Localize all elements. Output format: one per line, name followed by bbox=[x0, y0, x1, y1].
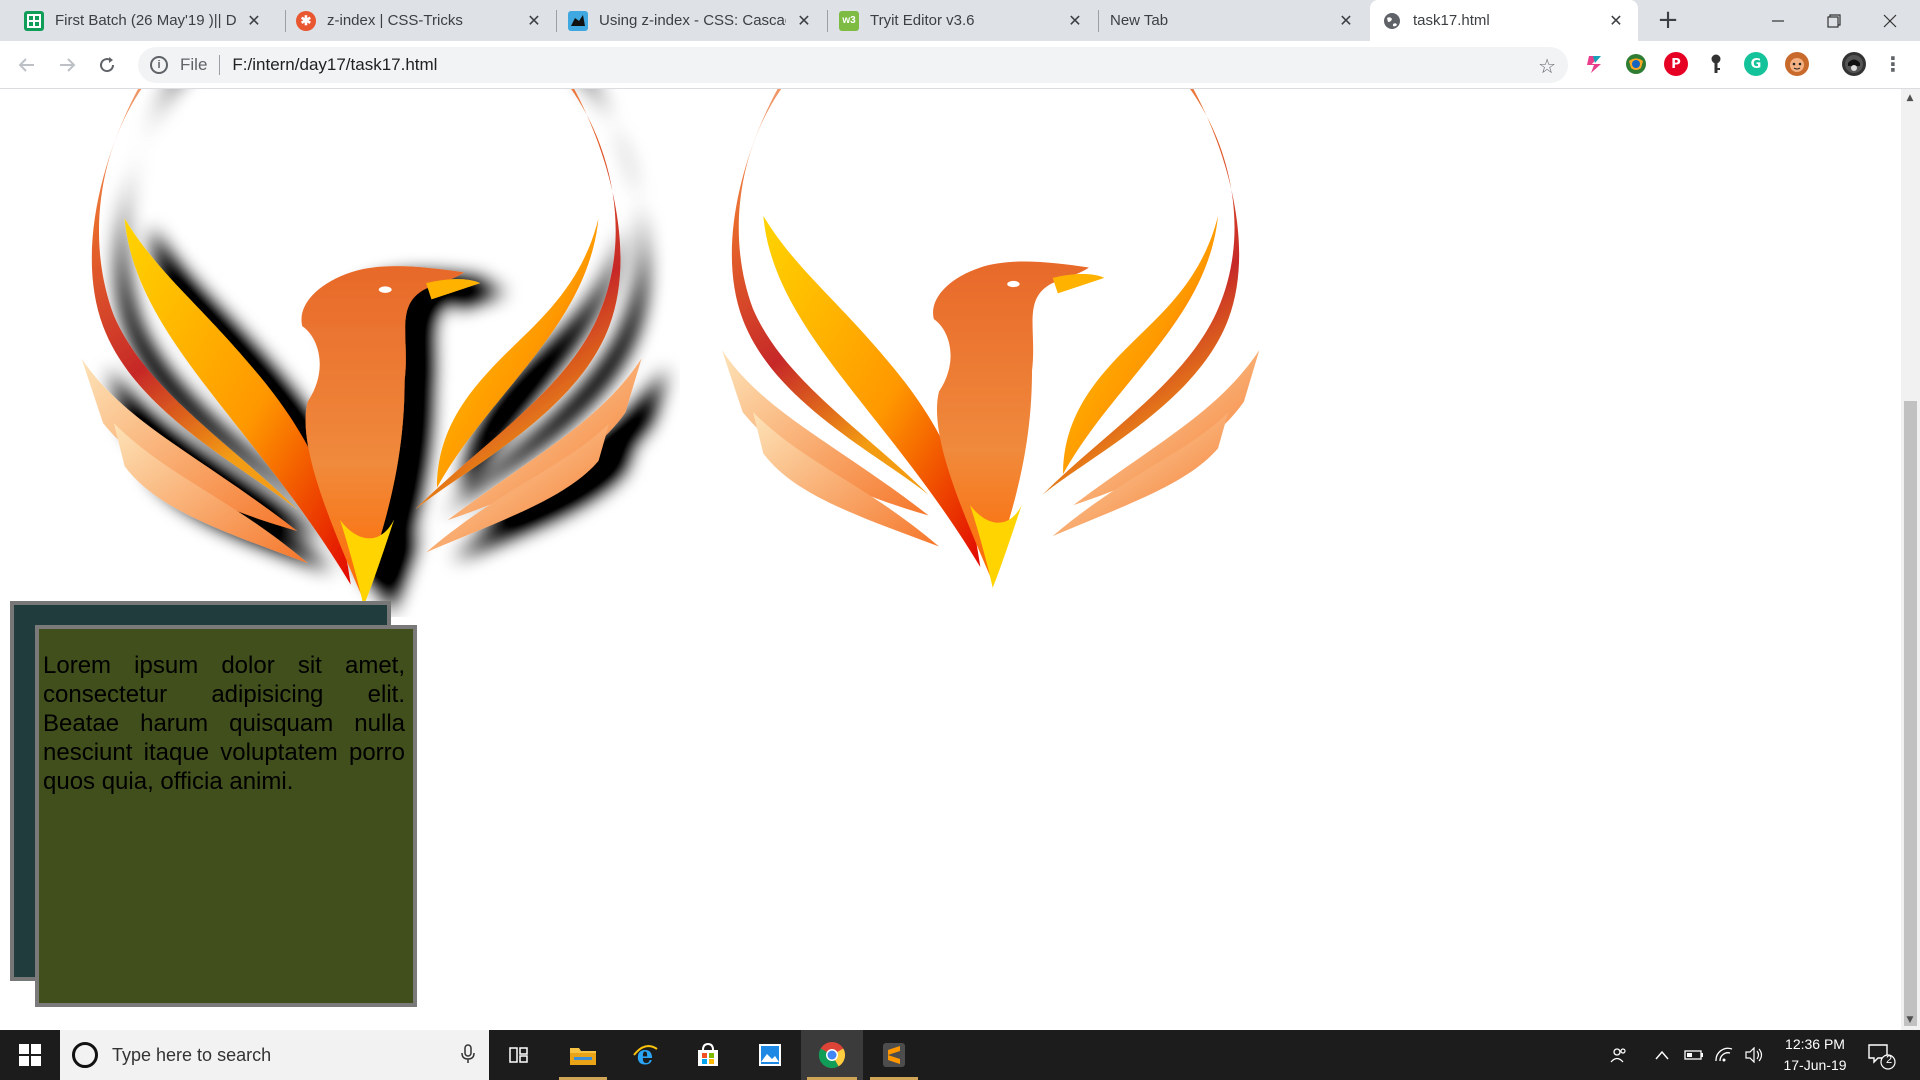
file-explorer-icon[interactable] bbox=[553, 1030, 613, 1080]
close-icon[interactable]: ✕ bbox=[1606, 11, 1626, 31]
close-icon[interactable]: ✕ bbox=[524, 11, 544, 31]
tab-strip: First Batch (26 May'19 )|| Day ✕ ✱ z-ind… bbox=[0, 0, 1920, 41]
globe-icon bbox=[1382, 11, 1402, 31]
tab-css-tricks[interactable]: ✱ z-index | CSS-Tricks ✕ bbox=[286, 0, 554, 41]
tab-title: task17.html bbox=[1413, 12, 1490, 29]
internet-explorer-icon[interactable]: e bbox=[615, 1030, 675, 1080]
tab-separator bbox=[556, 10, 557, 32]
front-box: Lorem ipsum dolor sit amet, consectetur … bbox=[35, 625, 417, 1007]
svg-text:e: e bbox=[637, 1041, 654, 1069]
tab-tryit-editor[interactable]: w3 Tryit Editor v3.6 ✕ bbox=[829, 0, 1095, 41]
vpn-globe-icon[interactable] bbox=[1624, 52, 1648, 76]
photos-icon[interactable] bbox=[740, 1030, 800, 1080]
page-viewport: Lorem ipsum dolor sit amet, consectetur … bbox=[0, 89, 1901, 1030]
css-tricks-icon: ✱ bbox=[296, 10, 316, 31]
windows-logo-icon bbox=[19, 1044, 41, 1066]
close-icon[interactable]: ✕ bbox=[244, 11, 264, 31]
tab-new-tab[interactable]: New Tab ✕ bbox=[1100, 0, 1366, 41]
menu-dots-icon[interactable]: ⋮ bbox=[1881, 52, 1905, 76]
lorem-paragraph: Lorem ipsum dolor sit amet, consectetur … bbox=[43, 652, 405, 795]
restore-button[interactable] bbox=[1806, 0, 1862, 41]
tab-title: Using z-index - CSS: Cascadi bbox=[599, 12, 786, 29]
scroll-up-arrow-icon[interactable]: ▲ bbox=[1905, 93, 1915, 103]
tab-separator bbox=[1098, 10, 1099, 32]
phoenix-logo bbox=[722, 89, 1260, 588]
bookmark-star-icon[interactable]: ☆ bbox=[1538, 54, 1556, 79]
volume-icon[interactable] bbox=[1740, 1030, 1768, 1080]
search-placeholder: Type here to search bbox=[112, 1044, 272, 1065]
sheets-icon bbox=[24, 10, 44, 31]
close-icon[interactable]: ✕ bbox=[1336, 11, 1356, 31]
grammarly-icon[interactable]: G bbox=[1744, 52, 1768, 76]
scroll-thumb[interactable] bbox=[1904, 401, 1917, 1026]
pinterest-icon[interactable]: P bbox=[1664, 52, 1688, 76]
tab-separator bbox=[827, 10, 828, 32]
monkey-icon[interactable] bbox=[1785, 52, 1809, 76]
scroll-down-arrow-icon[interactable]: ▼ bbox=[1905, 1015, 1915, 1025]
windows-taskbar: Type here to search e 12:36 PM 17-Jun-19… bbox=[0, 1030, 1920, 1080]
tab-title: Tryit Editor v3.6 bbox=[870, 12, 975, 29]
clock-date: 17-Jun-19 bbox=[1783, 1057, 1847, 1073]
profile-icon[interactable] bbox=[1842, 52, 1866, 76]
taskbar-search-box[interactable]: Type here to search bbox=[60, 1030, 489, 1080]
wifi-icon[interactable] bbox=[1710, 1030, 1738, 1080]
info-icon[interactable]: i bbox=[150, 56, 168, 74]
reload-button[interactable] bbox=[93, 51, 121, 79]
vertical-scrollbar[interactable]: ▲ ▼ bbox=[1901, 89, 1920, 1030]
taskbar-clock[interactable]: 12:36 PM 17-Jun-19 bbox=[1770, 1034, 1860, 1076]
tray-chevron-up-icon[interactable] bbox=[1648, 1030, 1676, 1080]
phoenix-logo-with-shadow bbox=[81, 89, 642, 607]
close-icon[interactable]: ✕ bbox=[1065, 11, 1085, 31]
sublime-text-icon[interactable] bbox=[864, 1030, 924, 1080]
clock-time: 12:36 PM bbox=[1785, 1036, 1845, 1052]
task-view-icon[interactable] bbox=[490, 1030, 550, 1080]
tab-task17[interactable]: task17.html ✕ bbox=[1370, 0, 1638, 41]
notification-count: 2 bbox=[1885, 1054, 1893, 1066]
tab-title: First Batch (26 May'19 )|| Day bbox=[55, 12, 236, 29]
cortana-icon bbox=[72, 1042, 98, 1068]
w3schools-icon: w3 bbox=[839, 10, 859, 31]
people-icon[interactable] bbox=[1602, 1030, 1636, 1080]
chrome-icon[interactable] bbox=[801, 1030, 863, 1080]
address-divider bbox=[219, 55, 221, 75]
screen: First Batch (26 May'19 )|| Day ✕ ✱ z-ind… bbox=[0, 0, 1920, 1080]
address-bar[interactable]: i File F:/intern/day17/task17.html ☆ bbox=[138, 47, 1568, 83]
microsoft-store-icon[interactable] bbox=[678, 1030, 738, 1080]
start-button[interactable] bbox=[0, 1030, 60, 1080]
stylish-icon[interactable] bbox=[1583, 52, 1607, 76]
battery-icon[interactable] bbox=[1680, 1030, 1708, 1080]
minimize-button[interactable] bbox=[1750, 0, 1806, 41]
scheme-label: File bbox=[180, 55, 208, 74]
action-center-icon[interactable]: 2 bbox=[1866, 1040, 1896, 1070]
key-icon[interactable] bbox=[1704, 52, 1728, 76]
tab-title: z-index | CSS-Tricks bbox=[327, 12, 463, 29]
tab-title: New Tab bbox=[1110, 12, 1169, 29]
new-tab-button[interactable]: + bbox=[1655, 7, 1681, 34]
close-icon[interactable]: ✕ bbox=[794, 11, 814, 31]
url-text[interactable]: F:/intern/day17/task17.html bbox=[232, 55, 437, 75]
tab-first-batch[interactable]: First Batch (26 May'19 )|| Day ✕ bbox=[14, 0, 274, 41]
back-button[interactable] bbox=[13, 51, 41, 79]
tab-mdn[interactable]: Using z-index - CSS: Cascadi ✕ bbox=[558, 0, 824, 41]
mdn-icon bbox=[568, 10, 588, 31]
close-window-button[interactable] bbox=[1862, 0, 1918, 41]
microphone-icon[interactable] bbox=[461, 1044, 475, 1069]
forward-button[interactable] bbox=[53, 51, 81, 79]
